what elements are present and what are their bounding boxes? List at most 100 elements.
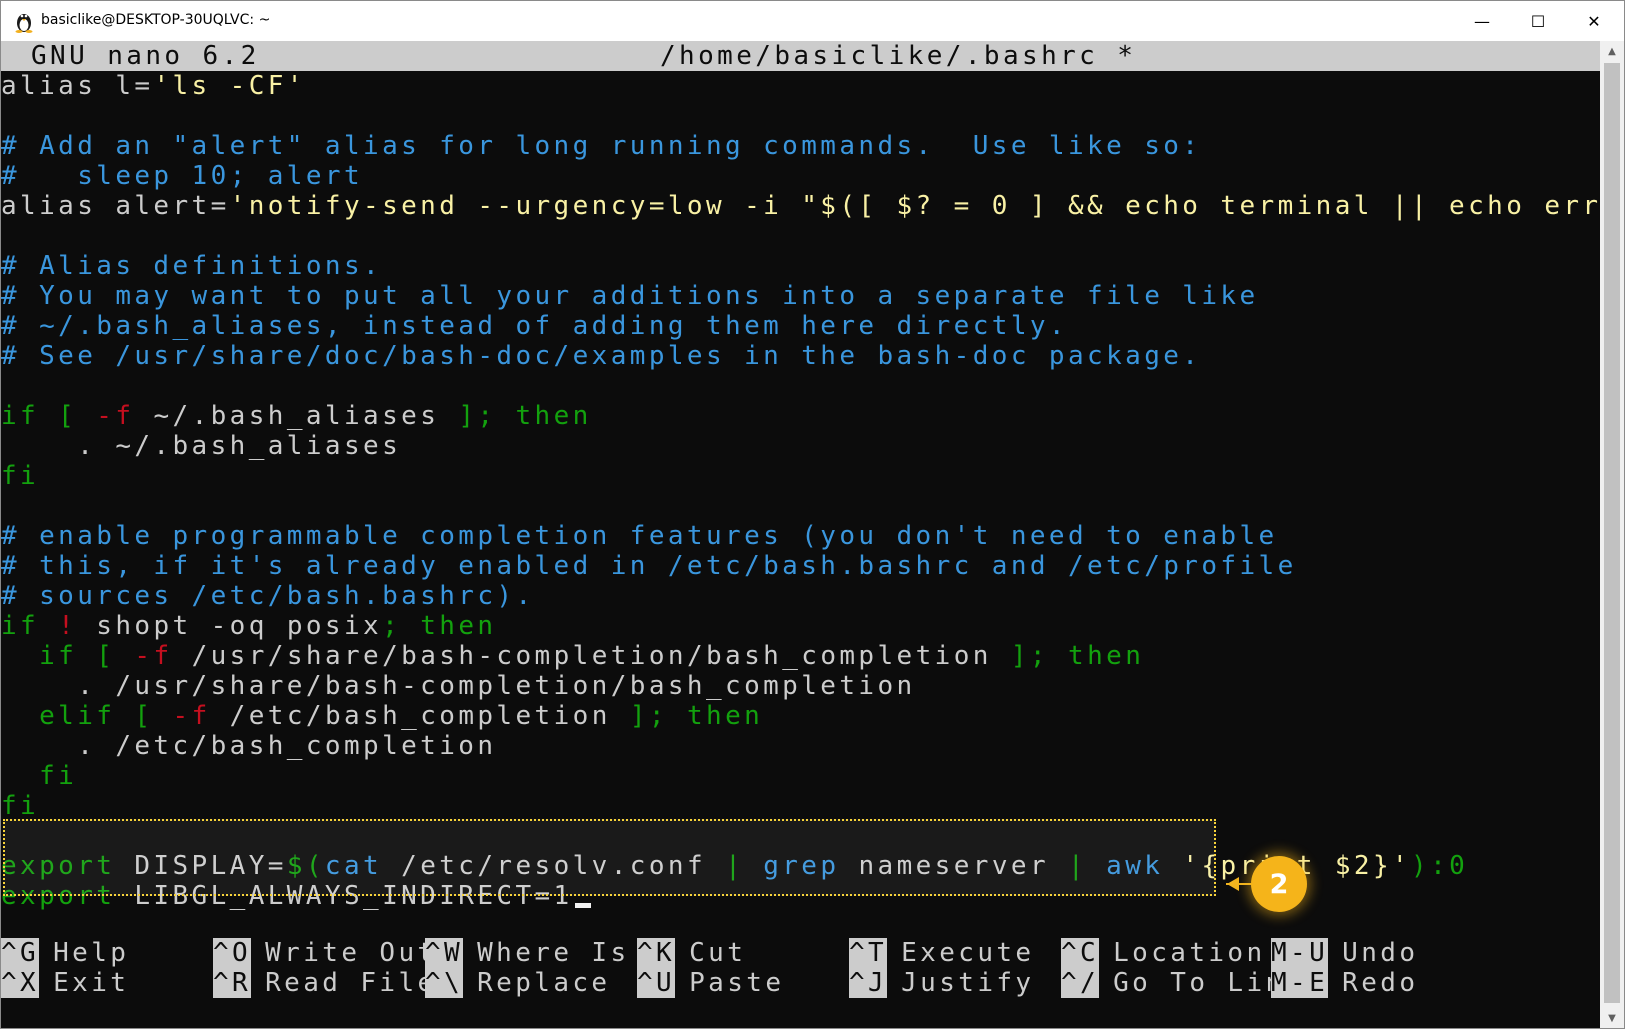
editor-line[interactable]: . /etc/bash_completion <box>1 731 1600 761</box>
shortcut-label: Read File <box>265 968 437 998</box>
editor-line[interactable]: # sleep 10; alert <box>1 161 1600 191</box>
shortcut-label: Paste <box>689 968 785 998</box>
code-token: alias l= <box>1 71 154 101</box>
shortcut-label: Where Is <box>477 938 630 968</box>
code-token: ]; <box>1010 641 1049 671</box>
nano-editor[interactable]: GNU nano 6.2 /home/basiclike/.bashrc * a… <box>1 41 1600 1028</box>
highlight-box <box>3 819 1216 896</box>
editor-line[interactable]: . ~/.bash_aliases <box>1 431 1600 461</box>
editor-line[interactable]: elif [ -f /etc/bash_completion ]; then <box>1 701 1600 731</box>
editor-line[interactable]: # this, if it's already enabled in /etc/… <box>1 551 1600 581</box>
editor-line[interactable]: fi <box>1 461 1600 491</box>
nano-shortcut-bar: ^G Help ^O Write Out ^W Where Is ^K Cut ^T Execut… <box>1 938 1600 1000</box>
minimize-button[interactable]: — <box>1453 1 1511 41</box>
shortcut-key: ^/ <box>1061 968 1100 998</box>
scroll-up-icon[interactable]: ▲ <box>1600 41 1624 61</box>
scrollbar-thumb[interactable] <box>1604 63 1620 1003</box>
editor-line[interactable]: # enable programmable completion feature… <box>1 521 1600 551</box>
shortcut-item: M-U Undo <box>1271 938 1418 968</box>
editor-line[interactable]: # sources /etc/bash.bashrc). <box>1 581 1600 611</box>
code-token: # sleep 10; alert <box>1 161 364 191</box>
code-token: . ~/.bash_aliases <box>1 431 402 461</box>
code-token: ):0 <box>1411 851 1469 881</box>
callout-arrow-head <box>1227 877 1239 891</box>
editor-line[interactable]: if [ -f ~/.bash_aliases ]; then <box>1 401 1600 431</box>
shortcut-key: ^J <box>849 968 888 998</box>
shortcut-item: ^U Paste <box>637 968 784 998</box>
editor-line[interactable]: alias l='ls -CF' <box>1 71 1600 101</box>
shortcut-label: Help <box>53 938 130 968</box>
shortcut-label: Redo <box>1342 968 1419 998</box>
close-button[interactable]: ✕ <box>1565 1 1623 41</box>
shortcut-label: Exit <box>53 968 130 998</box>
code-token: [ <box>58 401 78 431</box>
code-token: ~/.bash_aliases <box>134 401 459 431</box>
code-token: 'ls -CF' <box>153 71 306 101</box>
code-token: # You may want to put all your additions… <box>1 281 1259 311</box>
editor-line[interactable]: if [ -f /usr/share/bash-completion/bash_… <box>1 641 1600 671</box>
title-bar[interactable]: basiclike@DESKTOP-30UQLVC: ~ — ☐ ✕ <box>1 1 1624 41</box>
code-token: fi <box>1 461 40 491</box>
shortcut-label: Location <box>1113 938 1266 968</box>
code-token: [ <box>134 701 154 731</box>
code-token: if <box>1 611 40 641</box>
nano-header-bar: GNU nano 6.2 /home/basiclike/.bashrc * <box>1 41 1600 71</box>
scroll-down-icon[interactable]: ▼ <box>1600 1008 1624 1028</box>
editor-line[interactable] <box>1 491 1600 521</box>
nano-filename: /home/basiclike/.bashrc * <box>660 41 1137 71</box>
editor-line[interactable]: # ~/.bash_aliases, instead of adding the… <box>1 311 1600 341</box>
maximize-icon: ☐ <box>1530 11 1546 31</box>
nano-version: GNU nano 6.2 <box>31 41 260 71</box>
code-token: ; <box>382 611 402 641</box>
code-token: /etc/bash_completion <box>210 701 630 731</box>
maximize-button[interactable]: ☐ <box>1509 1 1567 41</box>
shortcut-key: ^K <box>637 938 676 968</box>
shortcut-label: Undo <box>1342 938 1419 968</box>
code-token: [ <box>96 641 116 671</box>
code-token: /usr/share/bash-completion/bash_completi… <box>172 641 1011 671</box>
editor-line[interactable]: fi <box>1 761 1600 791</box>
editor-line[interactable]: . /usr/share/bash-completion/bash_comple… <box>1 671 1600 701</box>
shortcut-key: ^R <box>213 968 252 998</box>
editor-line[interactable]: alias alert='notify-send --urgency=low -… <box>1 191 1600 221</box>
editor-line[interactable]: fi <box>1 791 1600 821</box>
shortcut-key: ^X <box>1 968 40 998</box>
shortcut-item: ^/Go To Line <box>1061 968 1304 998</box>
close-icon: ✕ <box>1587 11 1601 31</box>
editor-line[interactable]: # Alias definitions. <box>1 251 1600 281</box>
code-token: then <box>420 611 497 641</box>
code-token: # sources /etc/bash.bashrc). <box>1 581 535 611</box>
editor-line[interactable] <box>1 101 1600 131</box>
shortcut-key: M-U <box>1271 938 1329 968</box>
window-title: basiclike@DESKTOP-30UQLVC: ~ <box>41 12 271 28</box>
shortcut-item: ^R Read File <box>213 968 437 998</box>
editor-line[interactable]: if ! shopt -oq posix; then <box>1 611 1600 641</box>
code-token: # ~/.bash_aliases, instead of adding the… <box>1 311 1068 341</box>
callout-badge: 2 <box>1251 856 1307 912</box>
code-token: -f <box>134 641 173 671</box>
code-token: then <box>1068 641 1145 671</box>
editor-line[interactable] <box>1 371 1600 401</box>
editor-line[interactable] <box>1 221 1600 251</box>
editor-line[interactable]: # See /usr/share/doc/bash-doc/examples i… <box>1 341 1600 371</box>
code-token: if <box>1 401 40 431</box>
vertical-scrollbar[interactable]: ▲ ▼ <box>1600 41 1624 1028</box>
editor-text-area[interactable]: alias l='ls -CF' # Add an "alert" alias … <box>1 71 1600 911</box>
code-token: # See /usr/share/doc/bash-doc/examples i… <box>1 341 1202 371</box>
code-token: then <box>515 401 592 431</box>
shortcut-label: Write Out <box>265 938 437 968</box>
editor-line[interactable]: # Add an "alert" alias for long running … <box>1 131 1600 161</box>
shortcut-label: Cut <box>689 938 747 968</box>
code-token: -f <box>96 401 135 431</box>
code-token: . /usr/share/bash-completion/bash_comple… <box>1 671 916 701</box>
editor-line[interactable]: # You may want to put all your additions… <box>1 281 1600 311</box>
text-cursor <box>574 903 591 908</box>
